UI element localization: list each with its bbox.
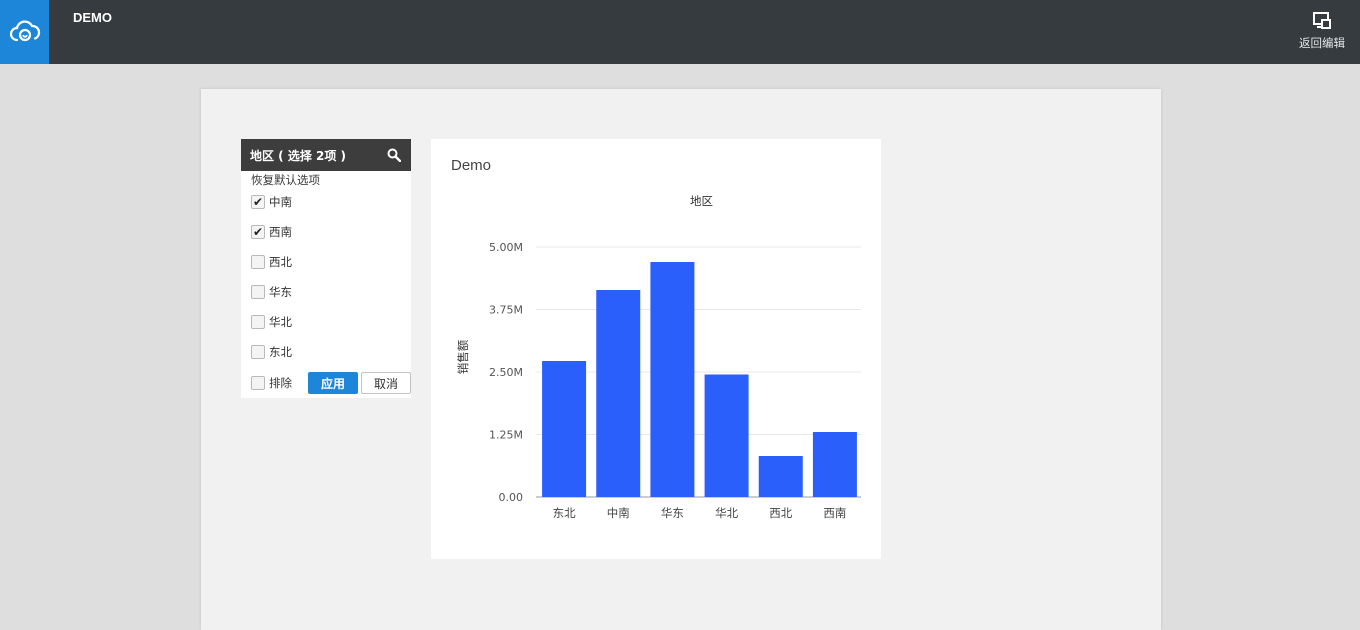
- x-tick-label: 西南: [823, 506, 846, 520]
- apply-button[interactable]: 应用: [308, 372, 358, 394]
- reset-default-link[interactable]: 恢复默认选项: [241, 172, 411, 188]
- filter-title: 地区 ( 选择 2项 ): [250, 148, 347, 163]
- filter-option[interactable]: 华北: [251, 314, 292, 330]
- filter-option[interactable]: ✔ 中南: [251, 194, 292, 210]
- bar: [704, 374, 749, 497]
- x-tick-label: 西北: [769, 506, 792, 520]
- x-tick-label: 华北: [715, 506, 738, 520]
- filter-option-checkbox[interactable]: [251, 285, 265, 299]
- cloud-icon: [9, 20, 40, 42]
- bar: [542, 361, 587, 497]
- chart-card: Demo 地区 销售额 0.00 1.25M 2.50M 3.75M 5.00M 东北 中南 华东…: [431, 139, 881, 559]
- y-tick-label: 2.50M: [489, 366, 523, 379]
- monitor-edit-icon: [1313, 12, 1331, 29]
- exclude-checkbox[interactable]: [251, 376, 265, 390]
- y-tick-label: 5.00M: [489, 241, 523, 254]
- region-filter-panel: 地区 ( 选择 2项 ) 恢复默认选项 ✔ 中南 ✔ 西南西北华东华北东北 排除 应用…: [241, 139, 411, 398]
- filter-option-label: 中南: [269, 195, 292, 209]
- filter-option-checkbox[interactable]: [251, 345, 265, 359]
- cancel-button[interactable]: 取消: [361, 372, 411, 394]
- bar: [650, 262, 695, 497]
- y-tick-label: 0.00: [499, 491, 524, 504]
- x-tick-label: 华东: [661, 506, 684, 520]
- app-title: DEMO: [73, 10, 112, 25]
- filter-option[interactable]: 华东: [251, 284, 292, 300]
- y-tick-label: 1.25M: [489, 429, 523, 442]
- app-logo[interactable]: [0, 0, 49, 64]
- bar-chart: 地区销售额 0.00 1.25M 2.50M 3.75M 5.00M 东北 中南 华东 华北 西北 西…: [456, 194, 861, 520]
- bar: [596, 290, 641, 497]
- search-icon[interactable]: [387, 148, 401, 162]
- bar: [758, 456, 803, 497]
- x-tick-label: 中南: [607, 506, 630, 520]
- filter-option-checkbox[interactable]: ✔: [251, 195, 265, 209]
- x-tick-label: 东北: [553, 506, 576, 520]
- filter-option[interactable]: 西北: [251, 254, 292, 270]
- back-to-edit-button[interactable]: 返回编辑: [1296, 11, 1348, 55]
- filter-option-label: 西南: [269, 225, 292, 239]
- filter-option-label: 东北: [269, 345, 292, 359]
- filter-option-label: 华北: [269, 315, 292, 329]
- filter-option-checkbox[interactable]: [251, 315, 265, 329]
- exclude-checkbox-row[interactable]: 排除: [251, 375, 292, 391]
- exclude-label: 排除: [269, 376, 292, 390]
- back-to-edit-label: 返回编辑: [1299, 36, 1345, 50]
- filter-option-label: 华东: [269, 285, 292, 299]
- y-axis-label: 销售额: [456, 339, 470, 374]
- filter-option-checkbox[interactable]: ✔: [251, 225, 265, 239]
- y-tick-label: 3.75M: [489, 304, 523, 317]
- bar: [812, 432, 857, 497]
- filter-option[interactable]: ✔ 西南: [251, 224, 292, 240]
- filter-option-checkbox[interactable]: [251, 255, 265, 269]
- top-bar: DEMO 返回编辑: [0, 0, 1360, 64]
- filter-option[interactable]: 东北: [251, 344, 292, 360]
- filter-option-label: 西北: [269, 255, 292, 269]
- chart-title: 地区: [690, 194, 713, 208]
- filter-header: 地区 ( 选择 2项 ): [241, 139, 411, 171]
